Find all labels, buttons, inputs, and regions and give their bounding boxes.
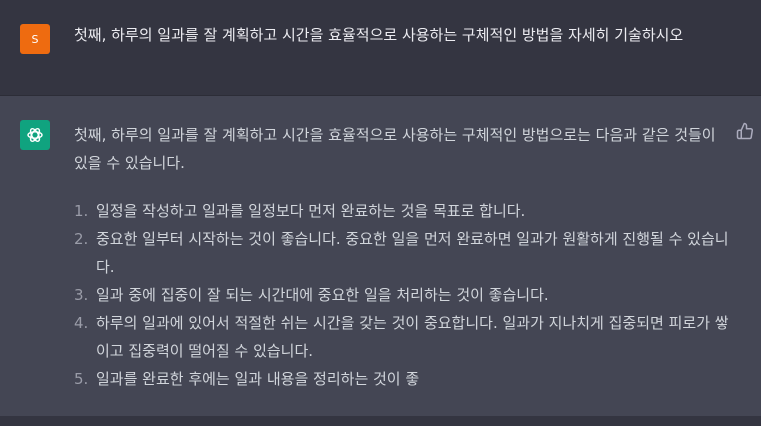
list-item-number: 4.	[74, 314, 89, 332]
thumbs-up-icon	[736, 122, 753, 140]
user-avatar: S	[20, 24, 50, 54]
list-item-text: 일과 중에 집중이 잘 되는 시간대에 중요한 일을 처리하는 것이 좋습니다.	[96, 286, 549, 304]
list-item-number: 3.	[74, 286, 89, 304]
list-item-number: 5.	[74, 370, 89, 388]
assistant-list: 1. 일정을 작성하고 일과를 일정보다 먼저 완료하는 것을 목표로 합니다.…	[74, 197, 729, 393]
list-item: 4. 하루의 일과에 있어서 적절한 쉬는 시간을 갖는 것이 중요합니다. 일…	[74, 309, 729, 365]
list-item-text: 일정을 작성하고 일과를 일정보다 먼저 완료하는 것을 목표로 합니다.	[96, 202, 526, 220]
assistant-message-body: 첫째, 하루의 일과를 잘 계획하고 시간을 효율적으로 사용하는 구체적인 방…	[74, 121, 729, 393]
list-item-number: 2.	[74, 230, 89, 248]
list-item: 1. 일정을 작성하고 일과를 일정보다 먼저 완료하는 것을 목표로 합니다.	[74, 197, 729, 225]
user-message-text: 첫째, 하루의 일과를 잘 계획하고 시간을 효율적으로 사용하는 구체적인 방…	[74, 26, 684, 44]
list-item-text: 하루의 일과에 있어서 적절한 쉬는 시간을 갖는 것이 중요합니다. 일과가 …	[96, 314, 729, 360]
list-item: 2. 중요한 일부터 시작하는 것이 좋습니다. 중요한 일을 먼저 완료하면 …	[74, 225, 729, 281]
list-item-number: 1.	[74, 202, 89, 220]
list-item-text: 중요한 일부터 시작하는 것이 좋습니다. 중요한 일을 먼저 완료하면 일과가…	[96, 230, 729, 276]
user-avatar-letter: S	[31, 32, 39, 46]
list-item: 5. 일과를 완료한 후에는 일과 내용을 정리하는 것이 좋	[74, 365, 729, 393]
list-item: 3. 일과 중에 집중이 잘 되는 시간대에 중요한 일을 처리하는 것이 좋습…	[74, 281, 729, 309]
footer-strip	[0, 416, 761, 426]
assistant-message-row: 첫째, 하루의 일과를 잘 계획하고 시간을 효율적으로 사용하는 구체적인 방…	[0, 96, 761, 416]
list-item-text: 일과를 완료한 후에는 일과 내용을 정리하는 것이 좋	[96, 370, 420, 388]
openai-logo-icon	[27, 128, 43, 142]
bot-avatar	[20, 120, 50, 150]
assistant-intro: 첫째, 하루의 일과를 잘 계획하고 시간을 효율적으로 사용하는 구체적인 방…	[74, 126, 716, 172]
thumbs-up-button[interactable]	[736, 122, 754, 140]
user-message-row: S 첫째, 하루의 일과를 잘 계획하고 시간을 효율적으로 사용하는 구체적인…	[0, 0, 761, 96]
